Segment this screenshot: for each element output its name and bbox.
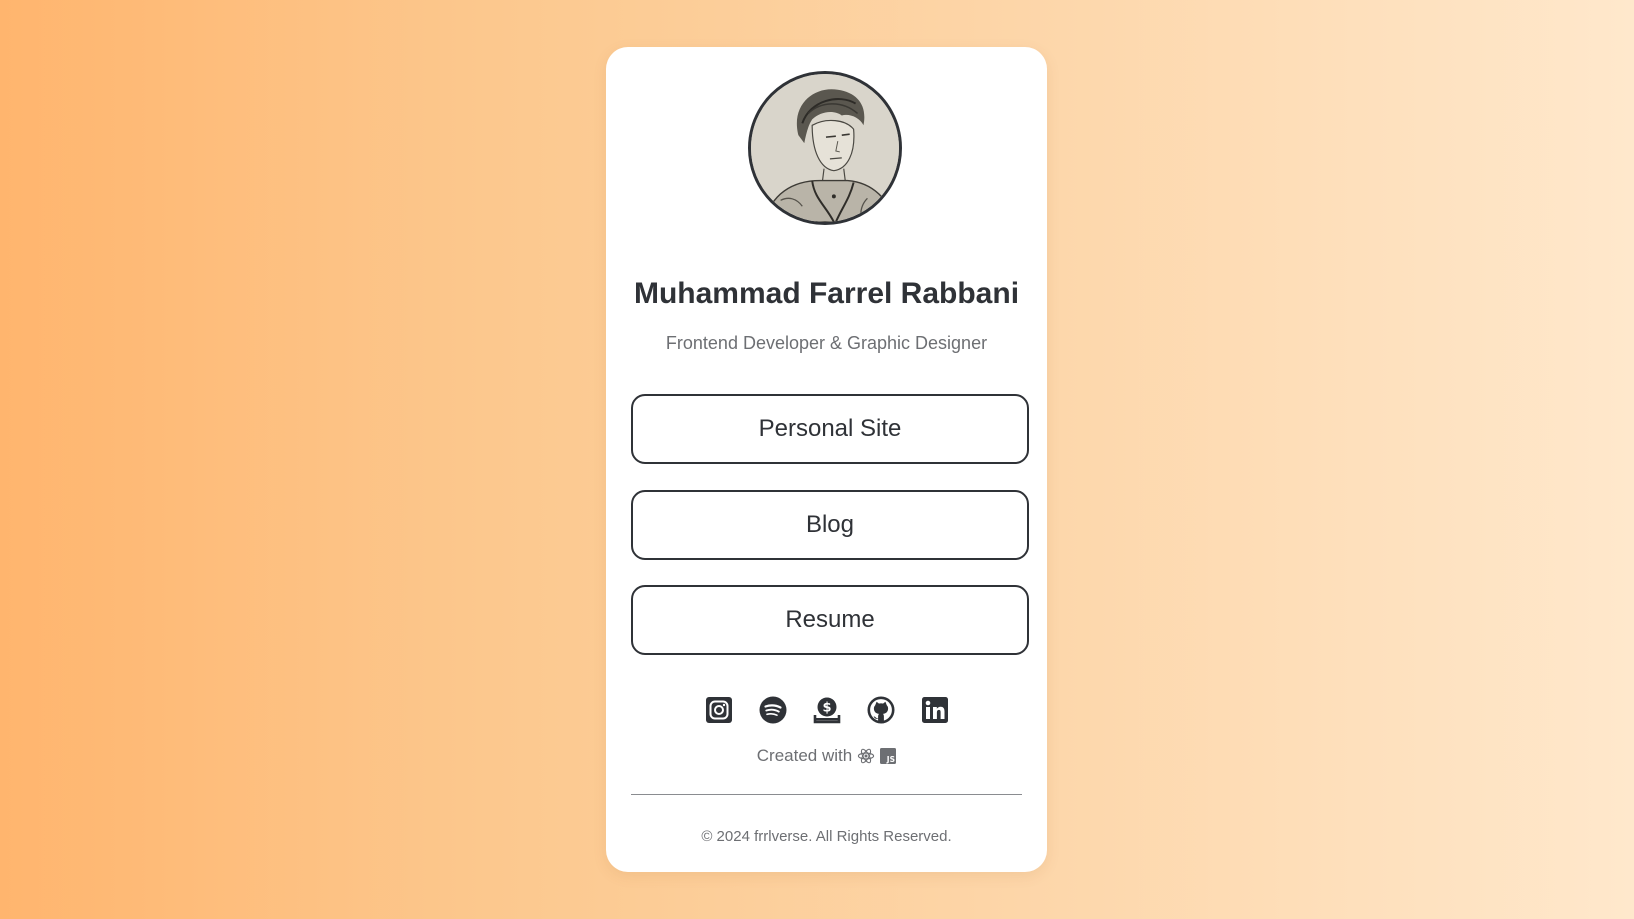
created-with: Created with JS	[606, 746, 1047, 766]
spotify-icon[interactable]	[759, 694, 787, 726]
avatar	[748, 71, 902, 225]
footer-divider	[631, 794, 1022, 795]
copyright-text: © 2024 frrlverse. All Rights Reserved.	[701, 828, 952, 845]
react-icon	[858, 748, 875, 764]
profile-name: Muhammad Farrel Rabbani	[633, 277, 1020, 310]
avatar-sketch-image	[751, 74, 899, 222]
donate-icon[interactable]: $	[813, 694, 841, 726]
resume-button[interactable]: Resume	[631, 585, 1029, 655]
social-links: $	[606, 694, 1047, 726]
personal-site-button[interactable]: Personal Site	[631, 394, 1029, 464]
created-with-label: Created with	[756, 746, 853, 765]
blog-button[interactable]: Blog	[631, 490, 1029, 560]
javascript-icon: JS	[880, 748, 897, 764]
linkedin-icon[interactable]	[921, 694, 949, 726]
github-icon[interactable]	[867, 694, 895, 726]
instagram-icon[interactable]	[705, 694, 733, 726]
profile-card: Muhammad Farrel Rabbani Frontend Develop…	[606, 47, 1047, 872]
svg-text:$: $	[822, 701, 831, 716]
svg-text:JS: JS	[886, 755, 895, 764]
profile-subtitle: Frontend Developer & Graphic Designer	[665, 333, 988, 353]
